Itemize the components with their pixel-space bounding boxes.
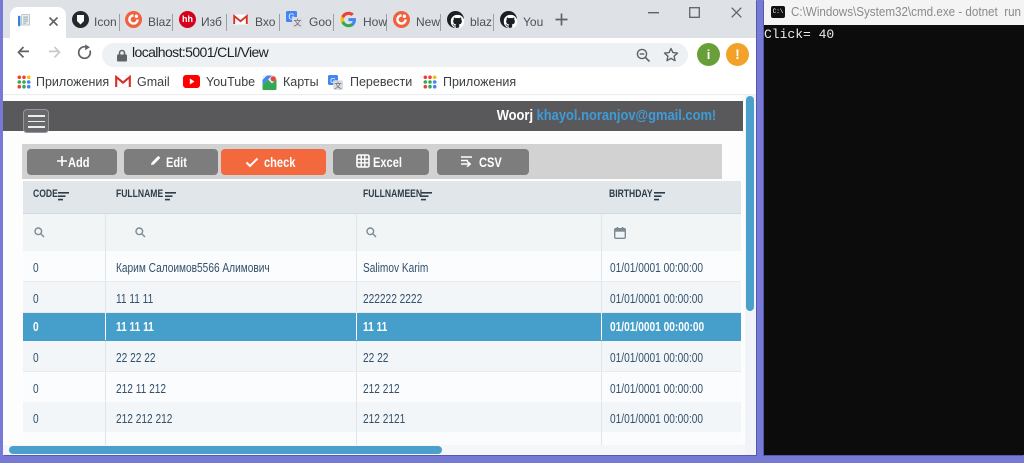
svg-text:文: 文 [334,80,342,90]
svg-text:文: 文 [294,18,302,28]
